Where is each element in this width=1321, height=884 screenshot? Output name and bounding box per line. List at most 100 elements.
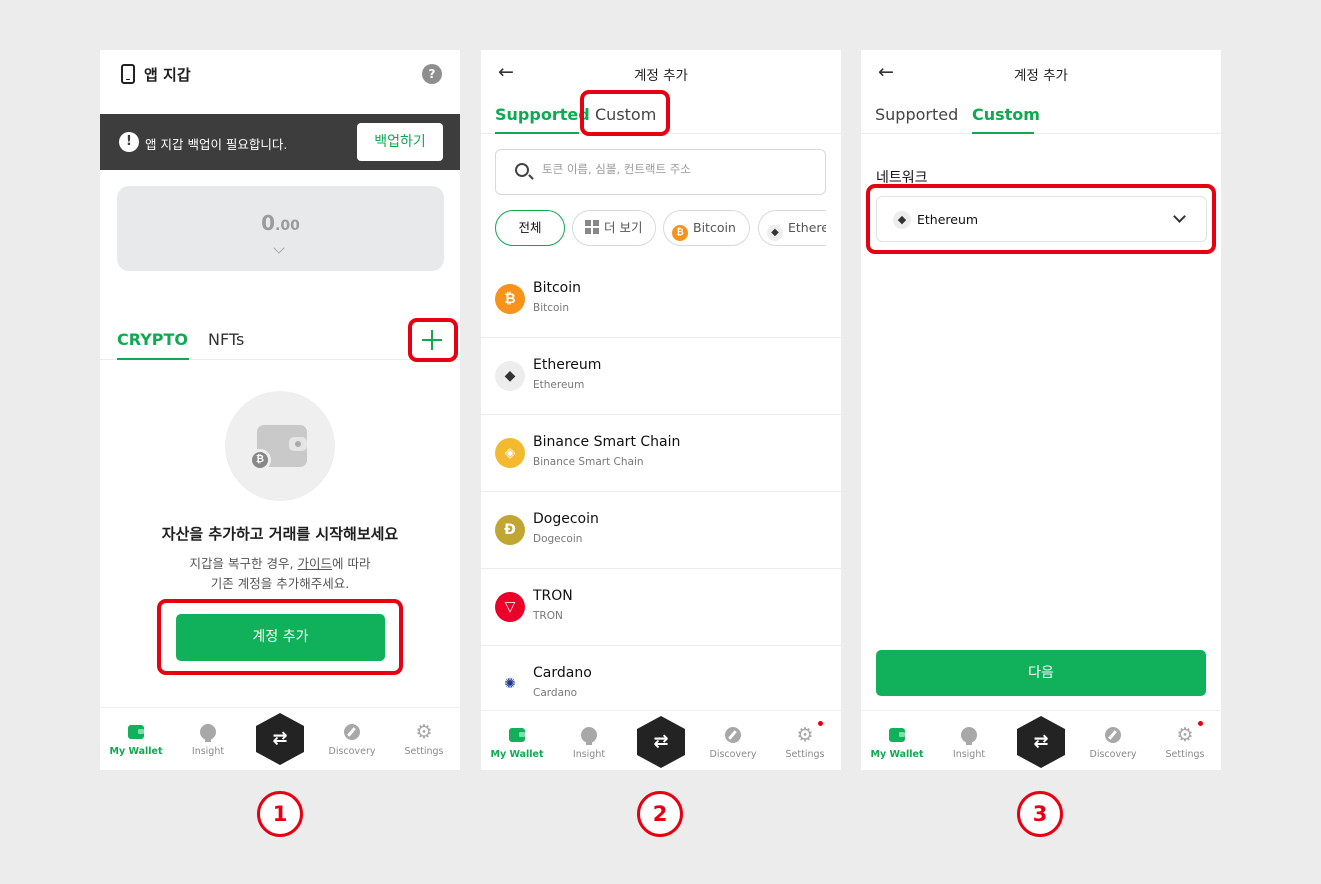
backup-message: 앱 지갑 백업이 필요합니다. [145, 137, 288, 152]
empty-state-title: 자산을 추가하고 거래를 시작해보세요 [161, 525, 399, 543]
nav-my-wallet[interactable]: My Wallet [106, 708, 166, 770]
wallet-icon [128, 725, 144, 739]
guide-link[interactable]: 가이드 [297, 556, 332, 571]
cardano-icon: ✺ [495, 669, 525, 699]
chip-all[interactable]: 전체 [495, 210, 565, 246]
nav-insight[interactable]: Insight [939, 711, 999, 770]
next-button[interactable]: 다음 [876, 650, 1206, 696]
swap-button[interactable]: ⇄ [256, 713, 304, 765]
nav-label: Discovery [709, 749, 757, 760]
nav-my-wallet[interactable]: My Wallet [487, 711, 547, 770]
search-input[interactable] [542, 162, 812, 176]
nav-label: My Wallet [870, 749, 924, 760]
grid-icon [585, 220, 599, 234]
token-row[interactable]: ◆ Ethereum Ethereum [481, 338, 841, 415]
token-network: Dogecoin [533, 533, 583, 545]
gear-icon: ⚙ [796, 724, 814, 746]
token-row[interactable]: ◈ Binance Smart Chain Binance Smart Chain [481, 415, 841, 492]
token-row[interactable]: ▽ TRON TRON [481, 569, 841, 646]
tab-underline [972, 132, 1034, 134]
lightbulb-icon [581, 727, 597, 745]
highlight-box [408, 318, 458, 362]
nav-settings[interactable]: ⚙ Settings [394, 708, 454, 770]
search-icon [515, 163, 529, 177]
step-marker-2: 2 [637, 791, 683, 837]
nav-label: My Wallet [490, 749, 544, 760]
token-network: Cardano [533, 687, 578, 699]
wallet-icon [509, 728, 525, 742]
token-row[interactable]: Ð Dogecoin Dogecoin [481, 492, 841, 569]
chip-bitcoin[interactable]: ₿ Bitcoin [663, 210, 750, 246]
token-name: Binance Smart Chain [533, 434, 681, 450]
nav-label: Insight [572, 749, 606, 760]
nav-discovery[interactable]: Discovery [1083, 711, 1143, 770]
nav-settings[interactable]: ⚙ Settings [775, 711, 835, 770]
bitcoin-icon: ₿ [249, 449, 271, 471]
chip-more[interactable]: 더 보기 [572, 210, 656, 246]
tab-underline [495, 132, 579, 134]
swap-button[interactable]: ⇄ [1017, 716, 1065, 768]
nav-settings[interactable]: ⚙ Settings [1155, 711, 1215, 770]
tab-nfts[interactable]: NFTs [208, 330, 244, 349]
token-row[interactable]: ₿ Bitcoin Bitcoin [481, 261, 841, 338]
asset-tabs: CRYPTO NFTs [100, 318, 460, 360]
help-icon[interactable]: ? [422, 64, 442, 84]
nav-insight[interactable]: Insight [178, 708, 238, 770]
tab-crypto[interactable]: CRYPTO [117, 330, 188, 349]
balance-value: 0.00 [261, 211, 300, 235]
token-name: TRON [533, 588, 573, 604]
app-header: 앱 지갑 ? [100, 50, 460, 100]
compass-icon [344, 724, 360, 740]
gear-icon: ⚙ [1176, 724, 1194, 746]
screen-add-account-custom: ← 계정 추가 Supported Custom 네트워크 ◆ Ethereum… [861, 50, 1221, 770]
screen-add-account-supported: ← 계정 추가 Supported Custom 전체 더 보기 ₿Bitcoi… [481, 50, 841, 770]
lightbulb-icon [200, 724, 216, 742]
tab-supported[interactable]: Supported [875, 105, 958, 124]
nav-my-wallet[interactable]: My Wallet [867, 711, 927, 770]
lightbulb-icon [961, 727, 977, 745]
nav-label: Discovery [1089, 749, 1137, 760]
binance-icon: ◈ [495, 438, 525, 468]
token-network: TRON [533, 610, 563, 622]
bottom-nav: My Wallet Insight ⇄ Discovery ⚙ Settings [481, 710, 841, 770]
wallet-dot [295, 441, 301, 447]
nav-label: Discovery [328, 746, 376, 757]
nav-discovery[interactable]: Discovery [322, 708, 382, 770]
phone-icon [121, 64, 135, 84]
bottom-nav: My Wallet Insight ⇄ Discovery ⚙ Settings [861, 710, 1221, 770]
nav-label: Settings [785, 749, 825, 760]
nav-label: Insight [952, 749, 986, 760]
nav-label: My Wallet [109, 746, 163, 757]
backup-button[interactable]: 백업하기 [357, 123, 443, 161]
balance-card[interactable]: 0.00 [117, 186, 444, 271]
ethereum-icon: ◆ [495, 361, 525, 391]
tab-supported[interactable]: Supported [495, 105, 590, 124]
nav-insight[interactable]: Insight [559, 711, 619, 770]
empty-state-description: 지갑을 복구한 경우, 가이드에 따라 기존 계정을 추가해주세요. [189, 556, 371, 591]
tab-custom[interactable]: Custom [972, 105, 1040, 124]
wallet-illustration: ₿ [225, 391, 335, 501]
tron-icon: ▽ [495, 592, 525, 622]
token-name: Cardano [533, 665, 592, 681]
app-wallet-title: 앱 지갑 [144, 66, 191, 84]
token-network: Ethereum [533, 379, 585, 391]
chip-ethereum[interactable]: ◆Ethereum [758, 210, 826, 246]
nav-discovery[interactable]: Discovery [703, 711, 763, 770]
highlight-box [580, 90, 670, 136]
search-field[interactable] [495, 149, 826, 195]
step-marker-1: 1 [257, 791, 303, 837]
highlight-box [157, 599, 403, 675]
nav-label: Settings [1165, 749, 1205, 760]
wallet-icon [889, 728, 905, 742]
backup-banner: ! 앱 지갑 백업이 필요합니다. 백업하기 [100, 114, 460, 170]
notification-dot [818, 721, 823, 726]
token-network: Bitcoin [533, 302, 570, 314]
swap-button[interactable]: ⇄ [637, 716, 685, 768]
bitcoin-icon: ₿ [672, 225, 688, 241]
token-network: Binance Smart Chain [533, 456, 644, 468]
token-name: Bitcoin [533, 280, 582, 296]
screen-my-wallet: 앱 지갑 ? ! 앱 지갑 백업이 필요합니다. 백업하기 0.00 CRYPT… [100, 50, 460, 770]
notification-dot [1198, 721, 1203, 726]
gear-icon: ⚙ [415, 721, 433, 743]
chevron-down-icon [273, 242, 285, 254]
